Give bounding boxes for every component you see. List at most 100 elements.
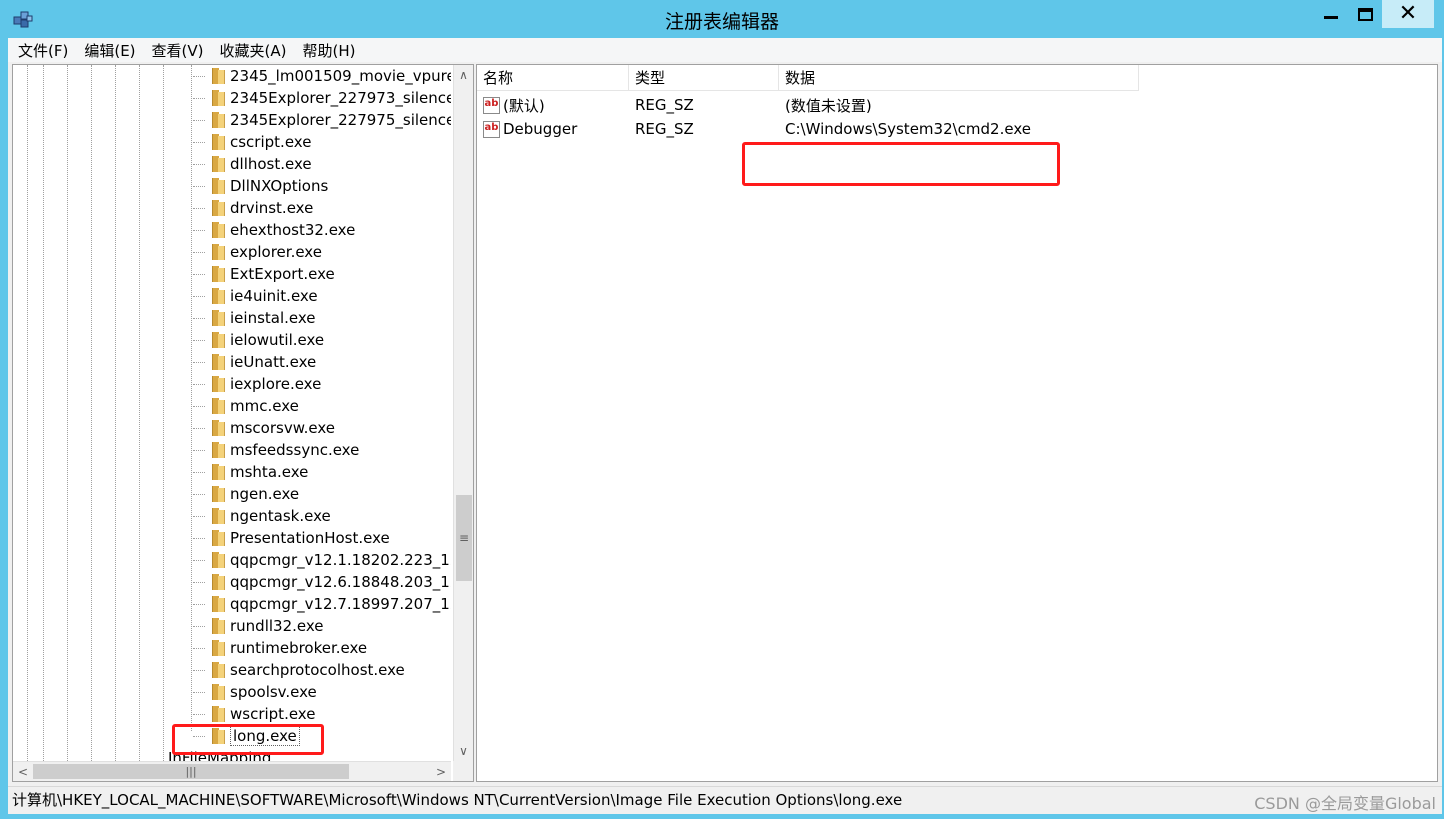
tree-guide-line [67,65,68,761]
menu-edit[interactable]: 编辑(E) [74,40,141,61]
column-header-row: 名称 类型 数据 [477,65,1437,91]
folder-icon [207,684,225,700]
tree-item[interactable]: ielowutil.exe [193,329,324,351]
value-name: Debugger [503,120,578,138]
tree-item[interactable]: wscript.exe [193,703,315,725]
tree-guide-line [139,65,140,761]
title-bar[interactable]: 注册表编辑器 ✕ [0,0,1444,38]
menu-bar: 文件(F) 编辑(E) 查看(V) 收藏夹(A) 帮助(H) [8,38,1442,62]
registry-editor-window: 注册表编辑器 ✕ 文件(F) 编辑(E) 查看(V) 收藏夹(A) 帮助(H) [0,0,1444,819]
scroll-left-icon[interactable]: < [13,762,33,781]
column-header-name[interactable]: 名称 [477,65,629,91]
value-row[interactable]: ab Debugger REG_SZ C:\Windows\System32\c… [477,117,1437,141]
folder-icon [207,134,225,150]
folder-icon [207,486,225,502]
column-header-type[interactable]: 类型 [629,65,779,91]
value-data: (数值未设置) [785,96,872,115]
tree-item[interactable]: ExtExport.exe [193,263,335,285]
tree-item[interactable]: mshta.exe [193,461,308,483]
folder-icon [207,266,225,282]
folder-icon [207,420,225,436]
folder-icon [207,244,225,260]
scroll-thumb[interactable]: ≡ [456,495,472,581]
tree-item[interactable]: ieinstal.exe [193,307,316,329]
scroll-down-icon[interactable]: ∨ [454,741,473,761]
maximize-button[interactable] [1348,0,1382,28]
registry-values-list[interactable]: 名称 类型 数据 ab (默认) REG_SZ (数值未设置) ab Debug… [476,64,1438,782]
status-bar: 计算机\HKEY_LOCAL_MACHINE\SOFTWARE\Microsof… [8,786,1442,812]
tree-item[interactable]: mscorsvw.exe [193,417,335,439]
folder-icon [207,354,225,370]
tree-guide-line [163,65,164,761]
folder-icon [207,68,225,84]
maximize-icon [1357,7,1373,21]
tree-item[interactable]: searchprotocolhost.exe [193,659,405,681]
tree-item[interactable]: 2345Explorer_227975_silence.e [193,109,451,131]
tree-item[interactable]: ieUnatt.exe [193,351,316,373]
annotation-highlight-debugger-data [742,142,1060,186]
tree-item[interactable]: qqpcmgr_v12.1.18202.223_120 [193,549,451,571]
tree-item[interactable]: dllhost.exe [193,153,312,175]
menu-help[interactable]: 帮助(H) [292,40,361,61]
string-value-icon: ab [483,120,500,138]
folder-icon [207,332,225,348]
tree-guide-line [43,65,44,761]
close-button[interactable]: ✕ [1382,0,1434,28]
tree-item[interactable]: 2345Explorer_227973_silence.e [193,87,451,109]
tree-item[interactable]: rundll32.exe [193,615,324,637]
scroll-right-icon[interactable]: > [431,762,451,781]
registry-key-tree[interactable]: 2345_lm001509_movie_vpure.e 2345Explorer… [12,64,474,782]
scroll-up-icon[interactable]: ∧ [454,65,473,85]
folder-icon [207,156,225,172]
tree-item[interactable]: cscript.exe [193,131,311,153]
menu-view[interactable]: 查看(V) [142,40,210,61]
value-type: REG_SZ [635,96,694,114]
folder-icon [207,618,225,634]
folder-icon [207,376,225,392]
watermark: CSDN @全局变量Global [1254,794,1436,813]
folder-icon [207,442,225,458]
column-header-data[interactable]: 数据 [779,65,1139,91]
close-icon: ✕ [1398,1,1418,26]
tree-item[interactable]: runtimebroker.exe [193,637,367,659]
folder-icon [207,464,225,480]
folder-icon [207,90,225,106]
tree-item[interactable]: ngentask.exe [193,505,331,527]
tree-item[interactable]: iexplore.exe [193,373,321,395]
tree-list: 2345_lm001509_movie_vpure.e 2345Explorer… [13,65,451,761]
tree-item[interactable]: qqpcmgr_v12.7.18997.207_120 [193,593,451,615]
tree-item[interactable]: PresentationHost.exe [193,527,390,549]
menu-file[interactable]: 文件(F) [8,40,74,61]
folder-icon [207,574,225,590]
annotation-highlight-long-exe [172,724,324,755]
tree-item[interactable]: 2345_lm001509_movie_vpure.e [193,65,451,87]
tree-item[interactable]: ie4uinit.exe [193,285,318,307]
tree-item[interactable]: qqpcmgr_v12.6.18848.203_120 [193,571,451,593]
value-name: (默认) [503,96,545,115]
folder-icon [207,310,225,326]
tree-guide-line [27,65,28,761]
tree-item[interactable]: DllNXOptions [193,175,328,197]
minimize-button[interactable] [1314,0,1348,28]
tree-item[interactable]: spoolsv.exe [193,681,317,703]
tree-guide-line [91,65,92,761]
tree-item[interactable]: ehexthost32.exe [193,219,355,241]
tree-vertical-scrollbar[interactable]: ∧ ≡ ∨ [453,65,473,761]
minimize-icon [1324,15,1338,19]
tree-item[interactable]: msfeedssync.exe [193,439,359,461]
client-area: 文件(F) 编辑(E) 查看(V) 收藏夹(A) 帮助(H) 2345_lm00… [8,38,1442,814]
string-value-icon: ab [483,96,500,114]
value-row[interactable]: ab (默认) REG_SZ (数值未设置) [477,93,1437,117]
tree-item[interactable]: ngen.exe [193,483,299,505]
tree-item[interactable]: mmc.exe [193,395,299,417]
folder-icon [207,200,225,216]
folder-icon [207,178,225,194]
tree-horizontal-scrollbar[interactable]: < ||| > [13,761,451,781]
tree-guide-line [191,65,192,731]
tree-item[interactable]: explorer.exe [193,241,322,263]
folder-icon [207,552,225,568]
scroll-thumb[interactable]: ||| [33,764,349,779]
window-title: 注册表编辑器 [664,11,779,33]
menu-favorites[interactable]: 收藏夹(A) [210,40,293,61]
tree-item[interactable]: drvinst.exe [193,197,313,219]
